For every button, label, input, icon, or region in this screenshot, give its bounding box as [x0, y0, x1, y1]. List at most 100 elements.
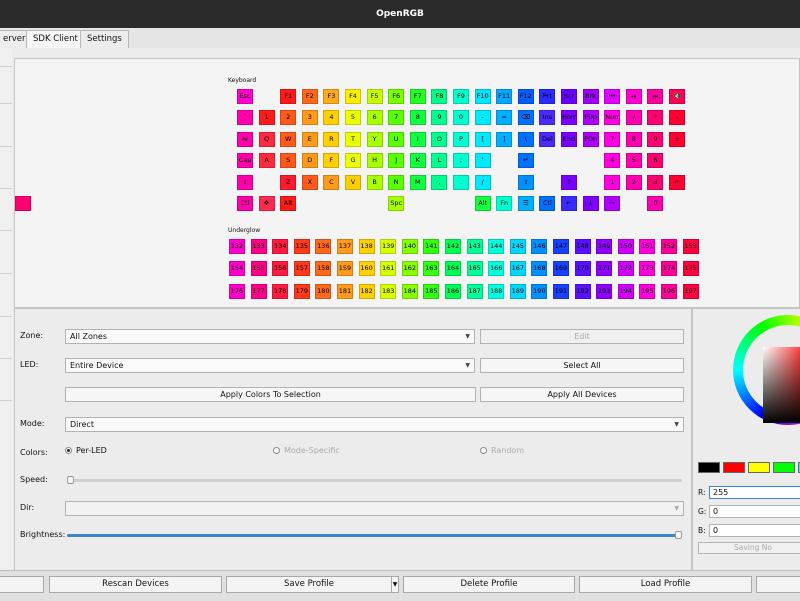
keyboard-key[interactable]: O	[431, 131, 448, 147]
keyboard-key[interactable]: Esc	[237, 89, 253, 104]
keyboard-key[interactable]: S	[280, 153, 297, 169]
underglow-led[interactable]: 168	[531, 261, 548, 277]
keyboard-key[interactable]: 9	[431, 110, 448, 126]
keyboard-key[interactable]: Cap	[237, 153, 253, 169]
per-led-radio[interactable]: Per-LED	[65, 446, 107, 455]
tab-sdk-client[interactable]: SDK Client	[26, 30, 85, 48]
keyboard-key[interactable]: 🔇	[669, 89, 685, 104]
direction-select[interactable]: ▼	[65, 501, 684, 516]
keyboard-key[interactable]: Z	[280, 174, 297, 190]
underglow-led[interactable]: 137	[337, 239, 353, 254]
keyboard-key[interactable]: 7	[388, 110, 405, 126]
extra-toolbar-button[interactable]	[756, 576, 800, 593]
keyboard-key[interactable]: ☰	[517, 196, 534, 211]
keyboard-key[interactable]: Hom	[561, 110, 577, 126]
keyboard-key[interactable]: →	[604, 196, 621, 211]
underglow-led[interactable]: 138	[358, 239, 375, 254]
keyboard-key[interactable]: Alt	[474, 196, 491, 211]
underglow-led[interactable]: 171	[596, 261, 613, 277]
keyboard-key[interactable]: -	[474, 110, 491, 126]
keyboard-key[interactable]: F11	[496, 89, 513, 104]
keyboard-key[interactable]: F12	[517, 89, 534, 104]
underglow-led[interactable]: 170	[574, 261, 591, 277]
keyboard-key[interactable]: A	[258, 153, 275, 169]
keyboard-key[interactable]: E	[301, 131, 318, 147]
keyboard-key[interactable]: Fn	[496, 196, 513, 211]
underglow-led[interactable]: 166	[488, 261, 505, 277]
keyboard-key[interactable]: /	[474, 174, 491, 190]
keyboard-key[interactable]: F10	[474, 89, 491, 104]
underglow-led[interactable]: 159	[337, 261, 353, 277]
underglow-led[interactable]: 163	[423, 261, 440, 277]
underglow-led[interactable]: 167	[509, 261, 526, 277]
keyboard-key[interactable]: I	[409, 131, 426, 147]
keyboard-key[interactable]: Prt	[539, 89, 556, 104]
underglow-led[interactable]: 158	[315, 261, 332, 277]
keyboard-key[interactable]: P	[453, 131, 469, 147]
keyboard-key[interactable]: F	[323, 153, 340, 169]
keyboard-key[interactable]: Brk	[582, 89, 599, 104]
rescan-devices-button[interactable]: Rescan Devices	[49, 576, 222, 593]
keyboard-key[interactable]: ;	[453, 153, 469, 169]
keyboard-key[interactable]: K	[409, 153, 426, 169]
keyboard-key[interactable]: F6	[388, 89, 405, 104]
mode-specific-radio[interactable]: Mode-Specific	[273, 446, 340, 455]
color-swatch[interactable]	[773, 462, 795, 473]
keyboard-key[interactable]: ↵	[517, 153, 534, 169]
underglow-led[interactable]: 161	[380, 261, 397, 277]
underglow-led[interactable]: 178	[272, 283, 289, 299]
underglow-led[interactable]: 135	[293, 239, 310, 254]
underglow-led[interactable]: 147	[553, 239, 569, 254]
underglow-led[interactable]: 153	[682, 239, 699, 254]
underglow-led[interactable]: 187	[466, 283, 483, 299]
underglow-led[interactable]: 140	[401, 239, 418, 254]
underglow-led[interactable]: 149	[596, 239, 613, 254]
keyboard-key[interactable]: Ins	[539, 110, 556, 126]
keyboard-key[interactable]: -	[669, 110, 685, 126]
apply-all-devices-button[interactable]: Apply All Devices	[480, 387, 684, 402]
keyboard-key[interactable]: H	[366, 153, 383, 169]
underglow-led[interactable]: 192	[574, 283, 591, 299]
brightness-slider-handle[interactable]	[675, 531, 682, 539]
keyboard-key[interactable]: C	[323, 174, 340, 190]
keyboard-key[interactable]: 5	[625, 153, 642, 169]
keyboard-key[interactable]: ⏮	[604, 89, 621, 104]
keyboard-key[interactable]: 8	[625, 131, 642, 147]
underglow-led[interactable]: 189	[509, 283, 526, 299]
keyboard-key[interactable]: Alt	[280, 196, 297, 211]
underglow-led[interactable]: 177	[250, 283, 267, 299]
color-swatch[interactable]	[748, 462, 770, 473]
underglow-led[interactable]: 150	[617, 239, 634, 254]
underglow-led[interactable]: 197	[682, 283, 699, 299]
keyboard-key[interactable]: 4	[323, 110, 340, 126]
keyboard-key[interactable]: \	[517, 131, 534, 147]
underglow-led[interactable]: 183	[380, 283, 397, 299]
keyboard-key[interactable]: 2	[280, 110, 297, 126]
underglow-led[interactable]: 155	[250, 261, 267, 277]
speed-slider[interactable]	[67, 476, 682, 484]
keyboard-key[interactable]: ❖	[258, 196, 275, 211]
underglow-led[interactable]: 184	[401, 283, 418, 299]
keyboard-key[interactable]: F5	[366, 89, 383, 104]
load-profile-button[interactable]: Load Profile	[579, 576, 752, 593]
underglow-led[interactable]: 160	[358, 261, 375, 277]
underglow-led[interactable]: 182	[358, 283, 375, 299]
tab-settings[interactable]: Settings	[80, 30, 129, 48]
keyboard-key[interactable]: G	[345, 153, 361, 169]
underglow-led[interactable]: 143	[466, 239, 483, 254]
red-input[interactable]: 255	[709, 486, 800, 499]
keyboard-key[interactable]: .	[15, 196, 31, 211]
keyboard-key[interactable]: R	[323, 131, 340, 147]
keyboard-key[interactable]: W	[280, 131, 297, 147]
keyboard-key[interactable]: End	[561, 131, 577, 147]
keyboard-key[interactable]: ⇆	[237, 131, 253, 147]
underglow-led[interactable]: 180	[315, 283, 332, 299]
keyboard-key[interactable]: F4	[345, 89, 361, 104]
underglow-led[interactable]: 194	[617, 283, 634, 299]
keyboard-key[interactable]: ←	[561, 196, 577, 211]
underglow-led[interactable]: 145	[509, 239, 526, 254]
underglow-led[interactable]: 164	[445, 261, 461, 277]
keyboard-key[interactable]: F3	[323, 89, 340, 104]
save-profile-button[interactable]: Save Profile	[226, 576, 392, 593]
underglow-led[interactable]: 148	[574, 239, 591, 254]
